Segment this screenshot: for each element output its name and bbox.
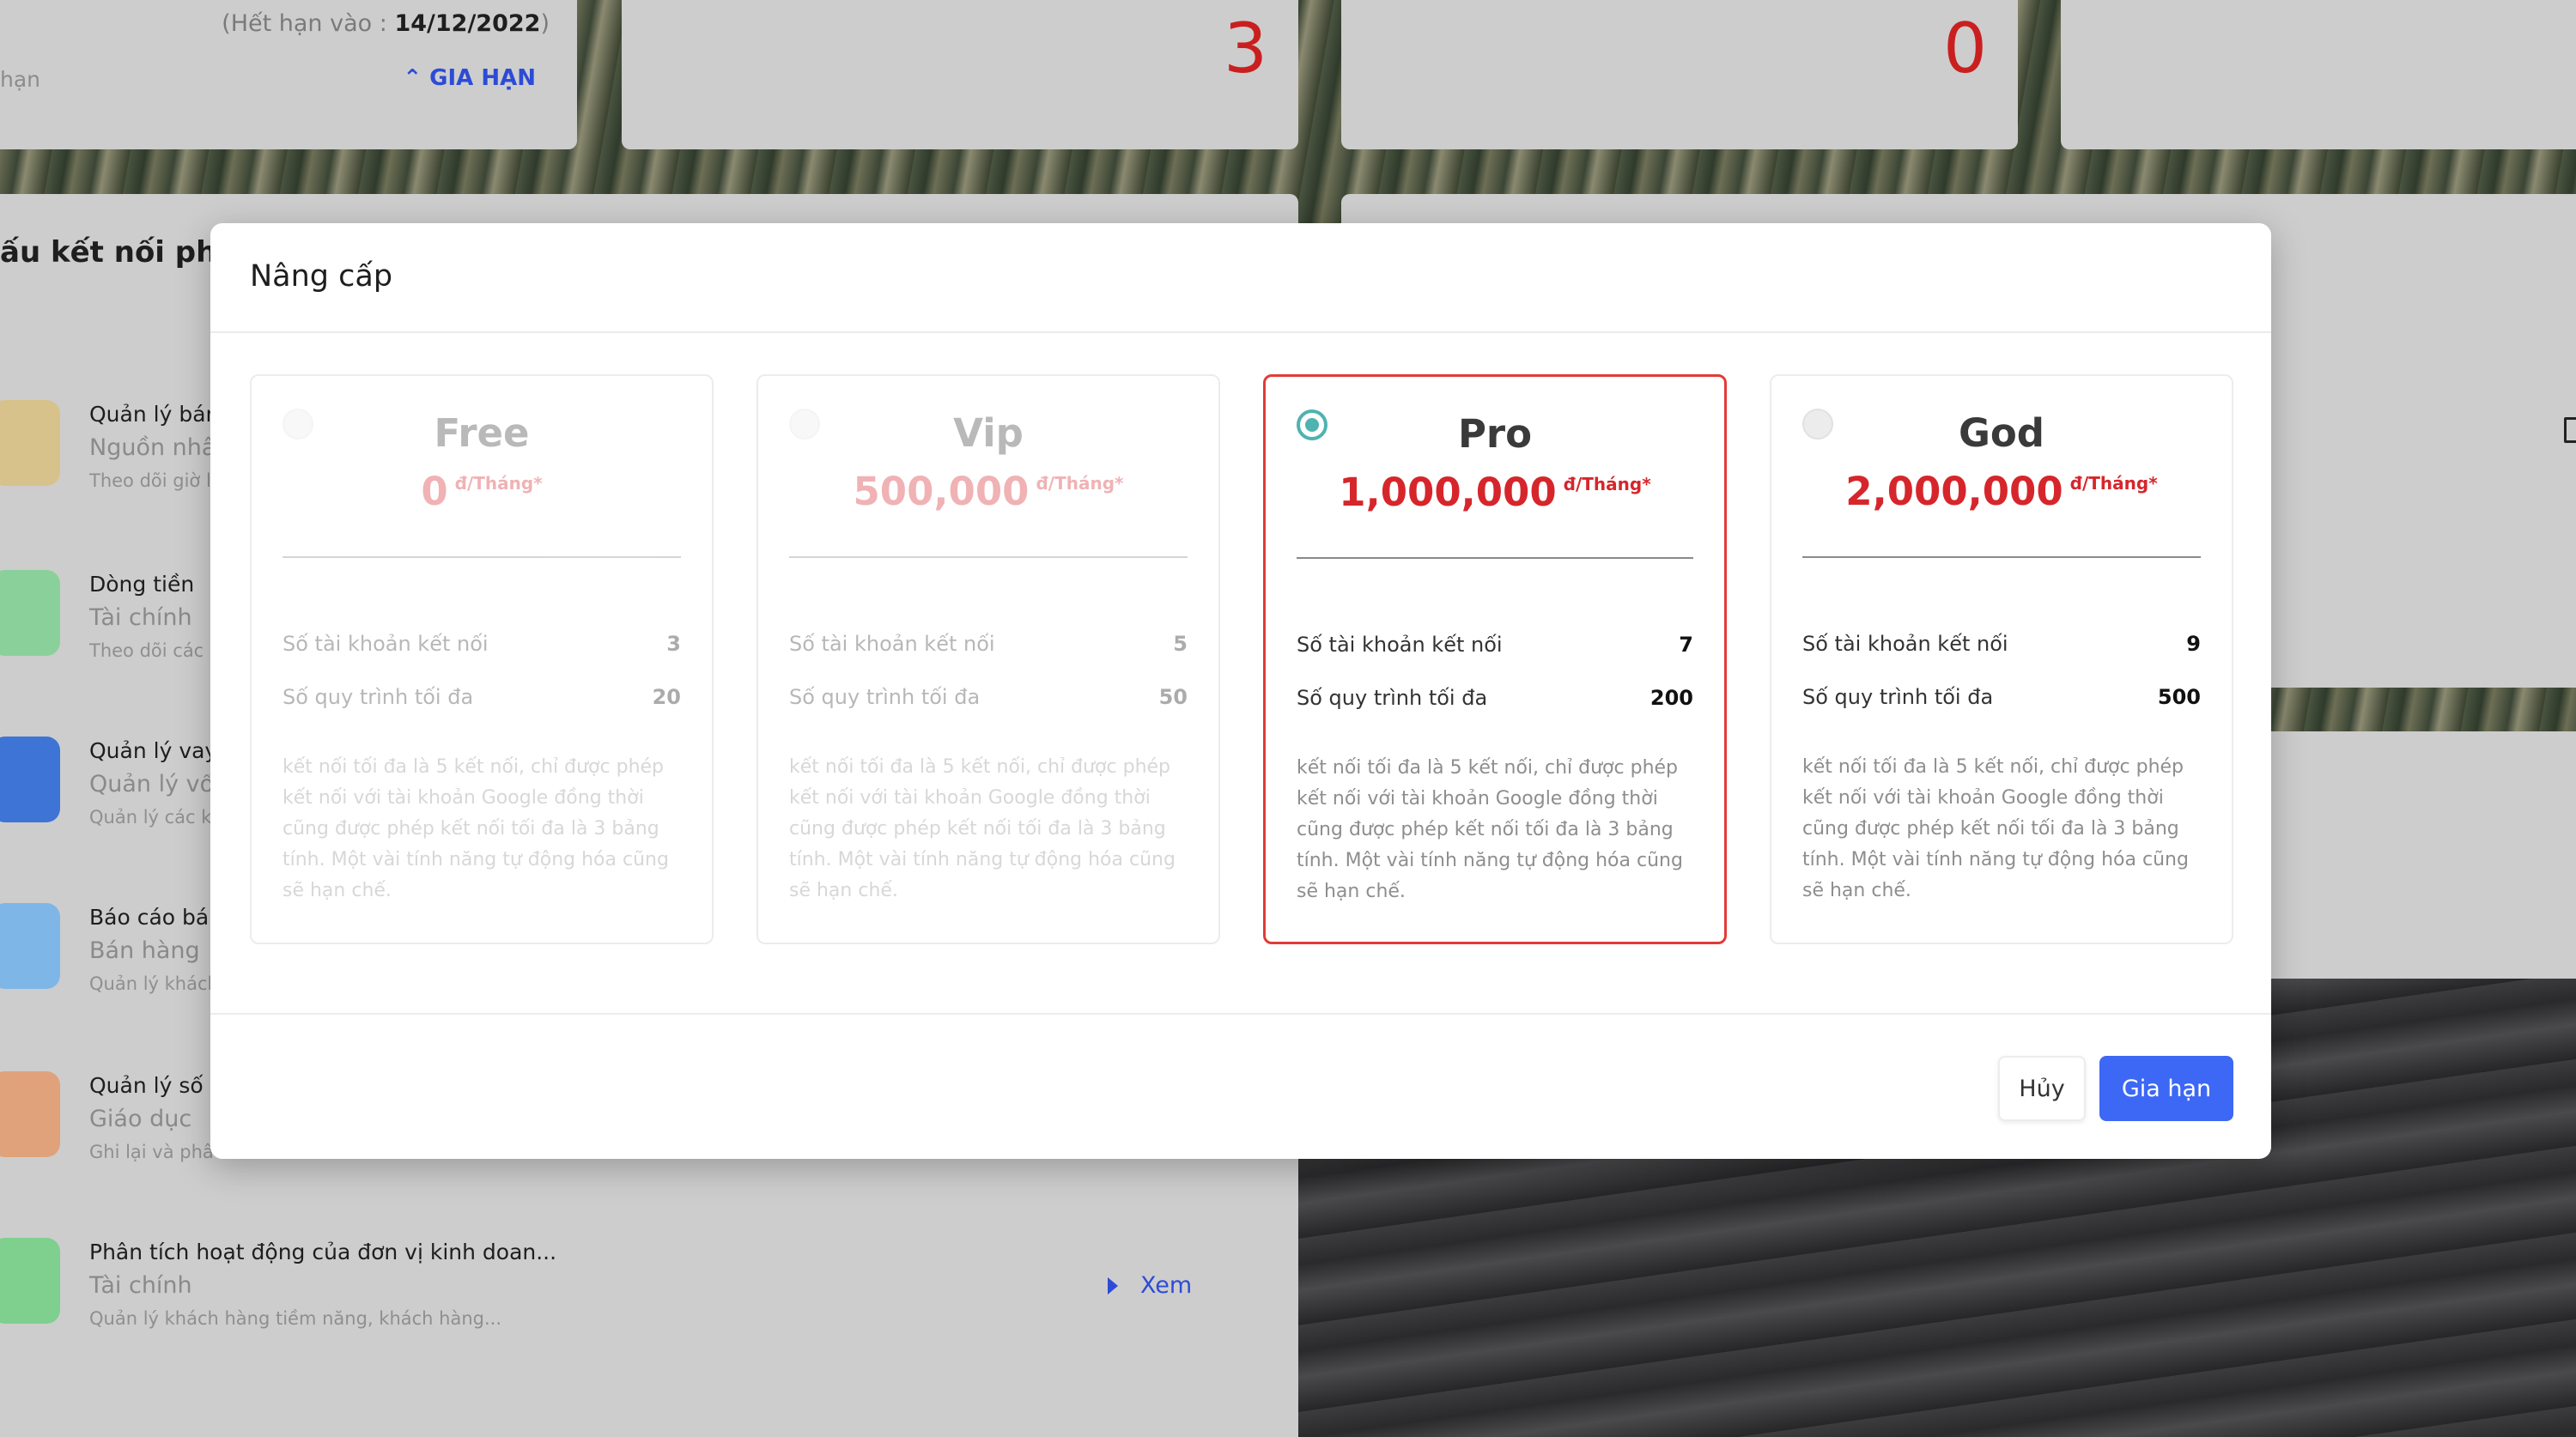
modal-footer: Hủy Gia hạn	[210, 1013, 2271, 1159]
plan-divider	[789, 556, 1188, 558]
modal-title: Nâng cấp	[250, 259, 393, 294]
plan-card-pro[interactable]: Pro 1,000,000 đ/Tháng* Số tài khoản kết n…	[1263, 374, 1727, 944]
plan-divider	[1297, 557, 1693, 559]
plan-card-god[interactable]: God 2,000,000 đ/Tháng* Số tài khoản kết n…	[1770, 374, 2233, 944]
plan-accounts-row: Số tài khoản kết nối 7	[1297, 633, 1693, 657]
plan-description: kết nối tối đa là 5 kết nối, chỉ được ph…	[1297, 757, 1683, 902]
renew-button[interactable]: Gia hạn	[2099, 1056, 2233, 1121]
plan-name: Free	[434, 410, 530, 456]
cancel-button[interactable]: Hủy	[1998, 1056, 2086, 1121]
plan-card-free[interactable]: Free 0 đ/Tháng* Số tài khoản kết nối 3 Số …	[250, 374, 714, 944]
modal-header: Nâng cấp	[210, 223, 2271, 333]
plan-price: 2,000,000 đ/Tháng*	[1845, 469, 2158, 514]
plan-workflows-row: Số quy trình tối đa 500	[1802, 685, 2201, 709]
plan-name: Vip	[953, 410, 1024, 456]
plan-accounts-row: Số tài khoản kết nối 5	[789, 632, 1188, 656]
plan-description: kết nối tối đa là 5 kết nối, chỉ được ph…	[1802, 756, 2189, 901]
plan-accounts-row: Số tài khoản kết nối 3	[283, 632, 681, 656]
plan-name: Pro	[1457, 411, 1533, 457]
plan-divider	[283, 556, 681, 558]
plan-price: 0 đ/Tháng*	[421, 469, 543, 514]
plan-description: kết nối tối đa là 5 kết nối, chỉ được ph…	[789, 756, 1176, 901]
plan-divider	[1802, 556, 2201, 558]
plan-name: God	[1958, 410, 2045, 456]
plan-price: 500,000 đ/Tháng*	[853, 469, 1124, 514]
plan-workflows-row: Số quy trình tối đa 50	[789, 685, 1188, 709]
plan-card-vip[interactable]: Vip 500,000 đ/Tháng* Số tài khoản kết nối…	[756, 374, 1220, 944]
plan-list: Free 0 đ/Tháng* Số tài khoản kết nối 3 Số …	[250, 374, 2233, 944]
plan-workflows-row: Số quy trình tối đa 20	[283, 685, 681, 709]
plan-workflows-row: Số quy trình tối đa 200	[1297, 686, 1693, 710]
upgrade-modal: Nâng cấp Free 0 đ/Tháng* Số tài khoản kết…	[210, 223, 2271, 1159]
plan-accounts-row: Số tài khoản kết nối 9	[1802, 632, 2201, 656]
plan-price: 1,000,000 đ/Tháng*	[1339, 470, 1651, 515]
plan-description: kết nối tối đa là 5 kết nối, chỉ được ph…	[283, 756, 669, 901]
